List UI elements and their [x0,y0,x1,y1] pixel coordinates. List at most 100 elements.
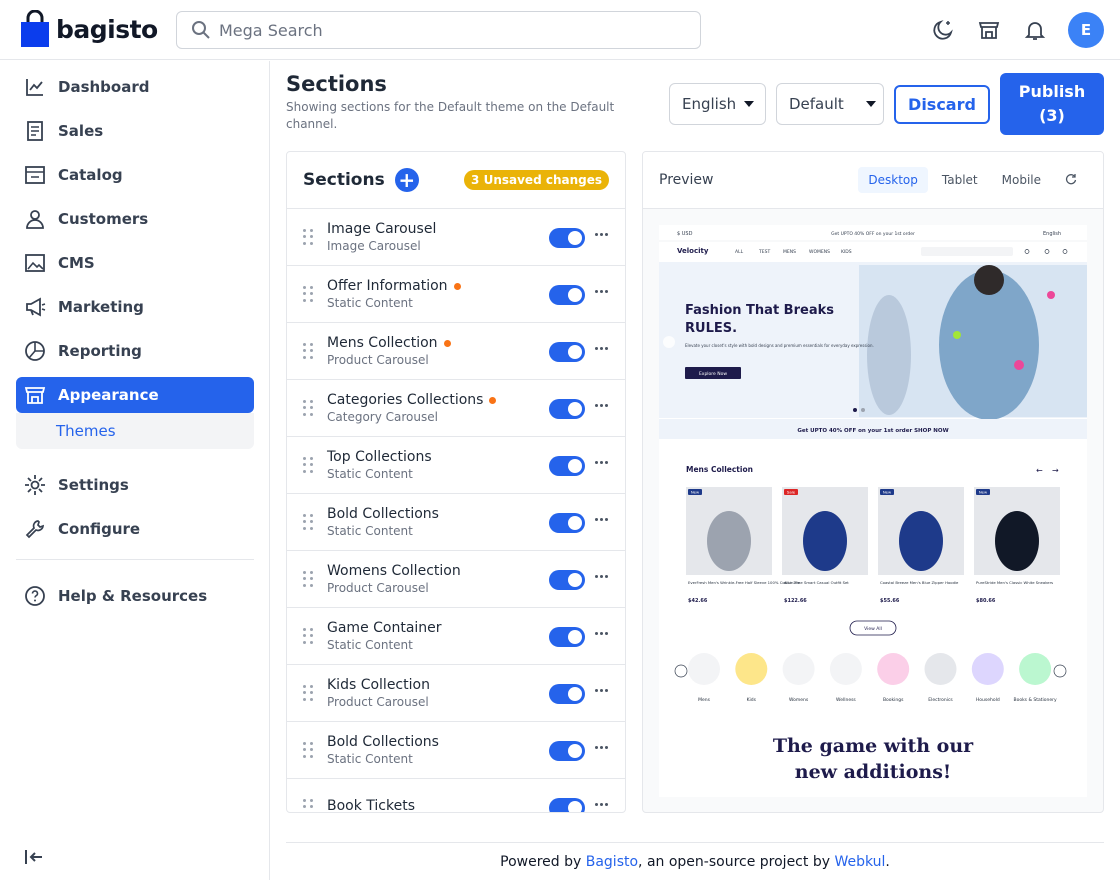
tab-tablet[interactable]: Tablet [932,167,988,193]
refresh-preview-button[interactable] [1055,167,1087,194]
drag-handle-icon[interactable] [303,685,315,701]
section-visibility-toggle[interactable] [549,513,585,533]
sidebar-item-sales[interactable]: Sales [16,113,254,149]
search-input[interactable] [219,20,679,40]
dark-mode-toggle[interactable] [930,17,956,43]
sidebar-item-customers[interactable]: Customers [16,201,254,237]
section-visibility-toggle[interactable] [549,798,585,812]
section-visibility-toggle[interactable] [549,570,585,590]
sidebar-item-help[interactable]: Help & Resources [16,578,254,614]
section-row[interactable]: Image Carousel Image Carousel [287,209,625,266]
publish-button[interactable]: Publish (3) [1000,73,1104,135]
section-row[interactable]: Offer Information Static Content [287,266,625,323]
carousel-prev-arrow[interactable]: ← [1036,466,1043,475]
store-search[interactable] [921,247,1013,256]
sidebar-item-reporting[interactable]: Reporting [16,333,254,369]
store-menu-item[interactable]: MENS [783,249,796,255]
bagisto-link[interactable]: Bagisto [586,854,638,870]
section-row[interactable]: Book Tickets [287,779,625,812]
add-section-button[interactable]: + [394,168,419,192]
drag-handle-icon[interactable] [303,742,315,758]
visit-shop-button[interactable] [976,17,1002,43]
section-row[interactable]: Top Collections Static Content [287,437,625,494]
tab-desktop[interactable]: Desktop [858,167,928,193]
sidebar-item-appearance[interactable]: Appearance [16,377,254,413]
compare-icon[interactable] [1024,249,1030,254]
more-options-icon[interactable] [595,290,608,293]
category-image[interactable] [688,653,720,685]
sidebar-item-settings[interactable]: Settings [16,467,254,503]
category-image[interactable] [924,653,957,685]
section-row[interactable]: Womens Collection Product Carousel [287,551,625,608]
drag-handle-icon[interactable] [303,799,315,812]
more-options-icon[interactable] [595,461,608,464]
locale-select[interactable]: English [669,83,766,125]
section-row[interactable]: Game Container Static Content [287,608,625,665]
section-visibility-toggle[interactable] [549,456,585,476]
store-menu-item[interactable]: WOMENS [809,249,830,255]
section-row[interactable]: Bold Collections Static Content [287,722,625,779]
product-name[interactable]: PureStride Men's Classic White Sneakers [976,580,1053,585]
logo[interactable]: bagisto [20,10,158,48]
sidebar-item-cms[interactable]: CMS [16,245,254,281]
store-logo[interactable]: Velocity [677,247,709,255]
drag-handle-icon[interactable] [303,400,315,416]
section-visibility-toggle[interactable] [549,684,585,704]
account-icon[interactable] [1062,249,1068,254]
section-row[interactable]: Kids Collection Product Carousel [287,665,625,722]
category-image[interactable] [735,653,768,685]
more-options-icon[interactable] [595,518,608,521]
section-row[interactable]: Bold Collections Static Content [287,494,625,551]
category-next-arrow[interactable] [1053,664,1067,678]
drag-handle-icon[interactable] [303,514,315,530]
discard-button[interactable]: Discard [894,85,990,124]
category-image[interactable] [782,653,815,685]
collapse-sidebar-button[interactable] [24,848,44,870]
tab-mobile[interactable]: Mobile [992,167,1051,193]
more-options-icon[interactable] [595,233,608,236]
drag-handle-icon[interactable] [303,286,315,302]
sidebar-subitem-themes[interactable]: Themes [16,413,254,449]
sidebar-item-configure[interactable]: Configure [16,511,254,547]
carousel-next-arrow[interactable]: → [1052,466,1059,475]
section-row[interactable]: Mens Collection Product Carousel [287,323,625,380]
more-options-icon[interactable] [595,803,608,806]
mega-search[interactable] [176,11,701,49]
section-visibility-toggle[interactable] [549,399,585,419]
store-menu-item[interactable]: ALL [735,249,744,255]
sidebar-item-dashboard[interactable]: Dashboard [16,69,254,105]
more-options-icon[interactable] [595,404,608,407]
drag-handle-icon[interactable] [303,343,315,359]
section-visibility-toggle[interactable] [549,285,585,305]
drag-handle-icon[interactable] [303,628,315,644]
category-image[interactable] [1019,653,1052,685]
store-menu-item[interactable]: TEST [758,249,770,255]
cart-icon[interactable] [1044,249,1050,254]
category-image[interactable] [971,653,1004,685]
section-visibility-toggle[interactable] [549,228,585,248]
store-menu-item[interactable]: KIDS [841,249,852,255]
section-visibility-toggle[interactable] [549,627,585,647]
avatar[interactable]: E [1068,12,1104,48]
sidebar-item-marketing[interactable]: Marketing [16,289,254,325]
more-options-icon[interactable] [595,347,608,350]
channel-select[interactable]: Default [776,83,884,125]
more-options-icon[interactable] [595,746,608,749]
product-name[interactable]: Coastal Breeze Men's Blue Zipper Hoodie [880,580,959,585]
more-options-icon[interactable] [595,575,608,578]
category-image[interactable] [829,653,862,685]
section-visibility-toggle[interactable] [549,741,585,761]
drag-handle-icon[interactable] [303,457,315,473]
drag-handle-icon[interactable] [303,571,315,587]
product-name[interactable]: All-in-One Smart Casual Outfit Set [784,580,849,585]
webkul-link[interactable]: Webkul [834,854,885,870]
category-prev-arrow[interactable] [674,664,688,678]
more-options-icon[interactable] [595,689,608,692]
hero-prev-arrow[interactable] [663,336,675,348]
section-row[interactable]: Categories Collections Category Carousel [287,380,625,437]
more-options-icon[interactable] [595,632,608,635]
section-visibility-toggle[interactable] [549,342,585,362]
drag-handle-icon[interactable] [303,229,315,245]
sidebar-item-catalog[interactable]: Catalog [16,157,254,193]
notifications-button[interactable] [1022,17,1048,43]
